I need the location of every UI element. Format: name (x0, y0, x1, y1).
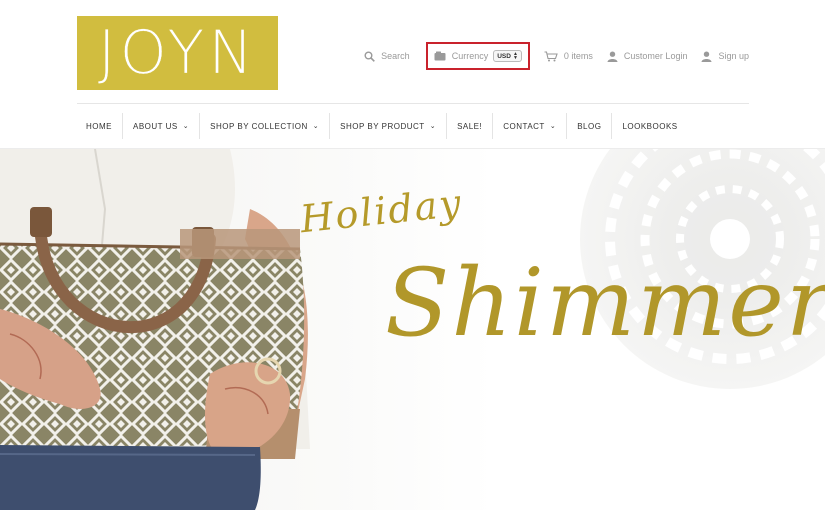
select-arrows-icon: ▲ ▼ (512, 51, 518, 61)
nav-item-label: BLOG (577, 121, 602, 131)
nav-item-contact[interactable]: CONTACT ⌄ (492, 113, 566, 139)
nav-item-label: SHOP BY COLLECTION (210, 121, 308, 131)
currency-value: USD (497, 52, 511, 60)
hero-heading-line2: Shimmer (385, 249, 825, 358)
nav-item-label: LOOKBOOKS (622, 121, 678, 131)
utility-bar: Search Currency USD ▲ ▼ 0 items Customer … (350, 42, 749, 70)
signup-link[interactable]: Sign up (701, 51, 749, 62)
cart-label: 0 items (563, 51, 593, 61)
search-icon (364, 51, 376, 62)
chevron-down-icon: ⌄ (312, 123, 320, 130)
nav-item-shop-by-collection[interactable]: SHOP BY COLLECTION ⌄ (199, 113, 329, 139)
header-divider (77, 103, 749, 104)
currency-icon (434, 51, 446, 61)
logo-text: JOYN (97, 18, 258, 88)
nav-item-blog[interactable]: BLOG (566, 113, 611, 139)
nav-item-label: HOME (86, 121, 112, 131)
nav-item-about-us[interactable]: ABOUT US ⌄ (122, 113, 199, 139)
cart-icon (544, 50, 558, 61)
currency-dropdown[interactable]: USD ▲ ▼ (493, 50, 522, 62)
customer-login-link[interactable]: Customer Login (607, 51, 688, 62)
main-nav: HOME ABOUT US ⌄ SHOP BY COLLECTION ⌄ SHO… (77, 113, 688, 139)
chevron-down-icon: ⌄ (549, 123, 557, 130)
nav-item-sale[interactable]: SALE! (446, 113, 492, 139)
search-link[interactable]: Search (364, 51, 410, 62)
nav-item-label: ABOUT US (133, 121, 178, 131)
currency-label: Currency (451, 51, 489, 61)
user-icon (607, 51, 618, 62)
signup-label: Sign up (718, 51, 749, 61)
nav-item-label: SHOP BY PRODUCT (340, 121, 425, 131)
customer-login-label: Customer Login (623, 51, 688, 61)
logo[interactable]: JOYN (77, 16, 278, 90)
nav-item-lookbooks[interactable]: LOOKBOOKS (611, 113, 687, 139)
nav-item-label: CONTACT (503, 121, 545, 131)
search-label: Search (381, 51, 410, 61)
hero-banner[interactable]: Holiday Shimmer (0, 149, 825, 510)
cart-link[interactable]: 0 items (544, 50, 593, 62)
nav-item-shop-by-product[interactable]: SHOP BY PRODUCT ⌄ (329, 113, 446, 139)
nav-item-label: SALE! (457, 121, 483, 131)
chevron-down-icon: ⌄ (182, 123, 190, 130)
chevron-down-icon: ⌄ (429, 123, 437, 130)
user-icon (701, 51, 712, 62)
nav-item-home[interactable]: HOME (77, 113, 122, 139)
currency-selector[interactable]: Currency USD ▲ ▼ (425, 42, 530, 70)
